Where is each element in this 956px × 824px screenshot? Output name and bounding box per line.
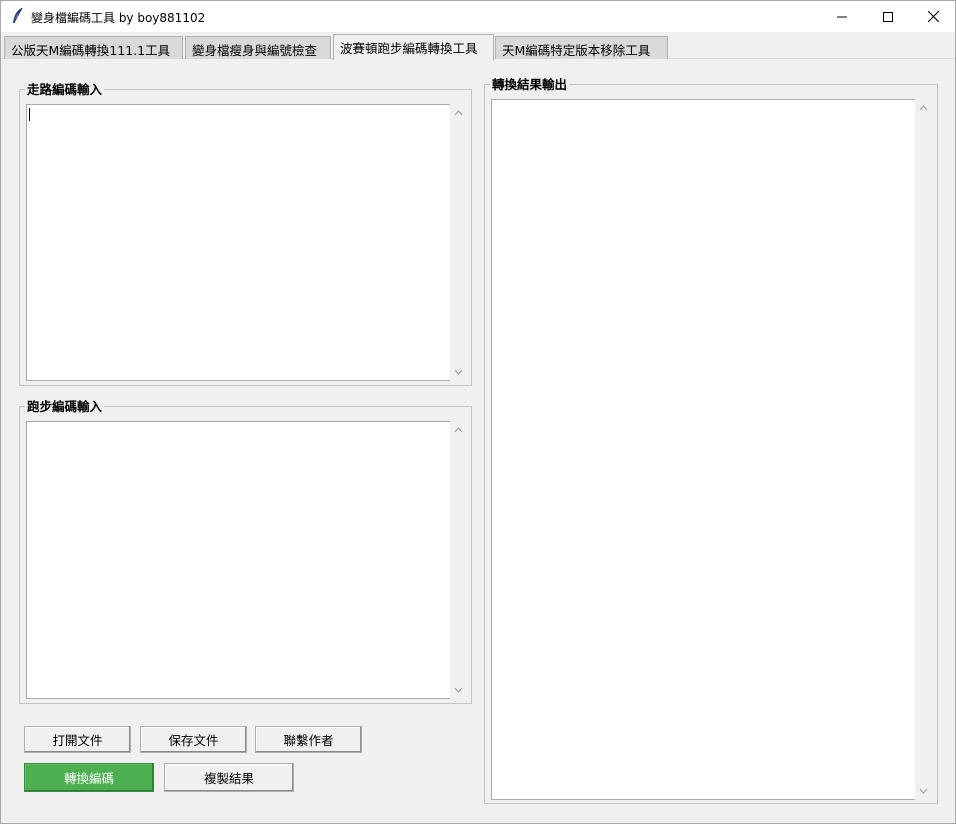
walk-input-textarea[interactable] [26,104,450,381]
close-icon [927,11,939,22]
tab-version-remove[interactable]: 天M編碼特定版本移除工具 [495,36,668,59]
contact-author-button[interactable]: 聯繫作者 [255,726,362,753]
tab-skyM-convert[interactable]: 公版天M編碼轉換111.1工具 [4,36,183,59]
maximize-button[interactable] [865,1,911,32]
title-bar[interactable]: 變身檔編碼工具 by boy881102 [1,1,955,32]
run-input-label: 跑步編碼輸入 [25,399,105,414]
tab-poseidon-run-convert[interactable]: 波賽頓跑步編碼轉換工具 [333,34,494,60]
output-label: 轉換結果輸出 [490,77,570,92]
close-button[interactable] [910,1,956,32]
chevron-up-icon[interactable] [450,421,467,439]
walk-input-label: 走路編碼輸入 [25,82,105,97]
chevron-down-icon[interactable] [450,363,467,381]
walk-input-scrollbar[interactable] [450,104,467,381]
output-scrollbar[interactable] [915,99,932,800]
minimize-button[interactable] [819,1,865,32]
text-caret [29,108,30,121]
output-textarea[interactable] [491,99,915,800]
chevron-down-icon[interactable] [450,681,467,699]
open-file-button[interactable]: 打開文件 [24,726,131,753]
chevron-up-icon[interactable] [915,99,932,117]
run-input-group: 跑步編碼輸入 [19,399,472,704]
tab-bar: 公版天M編碼轉換111.1工具 變身檔瘦身與編號檢查 波賽頓跑步編碼轉換工具 天… [1,32,955,60]
chevron-down-icon[interactable] [915,782,932,800]
convert-button[interactable]: 轉換編碼 [24,763,154,792]
feather-icon [11,7,25,25]
run-input-textarea[interactable] [26,421,450,699]
copy-result-button[interactable]: 複製結果 [164,763,294,792]
window-title: 變身檔編碼工具 by boy881102 [31,11,206,25]
app-window: 變身檔編碼工具 by boy881102 公版天M編碼轉換111.1工具 變身檔… [0,0,956,824]
minimize-icon [837,16,847,17]
walk-input-group: 走路編碼輸入 [19,82,472,386]
maximize-icon [883,11,893,22]
tab-slim-check[interactable]: 變身檔瘦身與編號檢查 [185,36,331,59]
output-group: 轉換結果輸出 [484,77,938,804]
save-file-button[interactable]: 保存文件 [140,726,247,753]
run-input-scrollbar[interactable] [450,421,467,699]
chevron-up-icon[interactable] [450,104,467,122]
